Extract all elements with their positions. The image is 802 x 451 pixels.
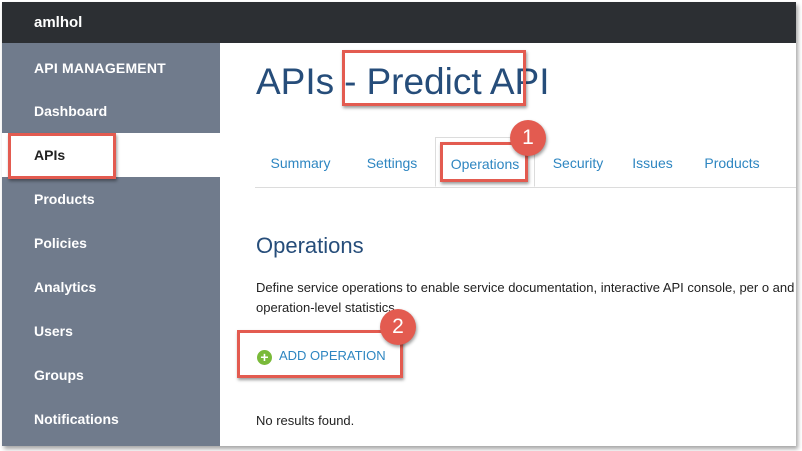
sidebar-item-notifications[interactable]: Notifications (2, 397, 220, 441)
page-title-prefix: APIs (256, 61, 335, 102)
sidebar-item-apis[interactable]: APIs (2, 133, 220, 177)
top-bar: amlhol (2, 2, 796, 43)
sidebar-item-analytics[interactable]: Analytics (2, 265, 220, 309)
page-title: APIs - Predict API (256, 61, 550, 103)
sidebar-item-dashboard[interactable]: Dashboard (2, 89, 220, 133)
sidebar-header: API MANAGEMENT (34, 60, 166, 76)
main-content: APIs - Predict API Summary Settings Operat… (220, 43, 796, 446)
tab-issues[interactable]: Issues (625, 137, 680, 187)
sidebar-item-products[interactable]: Products (2, 177, 220, 221)
callout-badge-2: 2 (380, 309, 416, 345)
section-title: Operations (256, 233, 364, 258)
tab-settings[interactable]: Settings (351, 137, 433, 187)
app-window: amlhol API MANAGEMENT Dashboard APIs Pro… (2, 2, 796, 446)
page-title-separator: - (344, 61, 357, 102)
tab-security[interactable]: Security (542, 137, 614, 187)
tab-products[interactable]: Products (696, 137, 768, 187)
callout-badge-1: 1 (510, 120, 546, 156)
sidebar-item-policies[interactable]: Policies (2, 221, 220, 265)
section-description: Define service operations to enable serv… (256, 280, 795, 315)
sidebar-item-users[interactable]: Users (2, 309, 220, 353)
user-name[interactable]: amlhol (34, 14, 82, 31)
add-operation-button[interactable]: + ADD OPERATION (257, 344, 386, 368)
tab-summary[interactable]: Summary (255, 137, 346, 187)
sidebar-item-groups[interactable]: Groups (2, 353, 220, 397)
plus-circle-icon: + (257, 350, 272, 365)
sidebar: API MANAGEMENT Dashboard APIs Products P… (2, 43, 220, 446)
page-title-api-name: Predict API (366, 61, 550, 102)
add-operation-label: ADD OPERATION (279, 348, 386, 363)
empty-state-text: No results found. (256, 413, 355, 428)
